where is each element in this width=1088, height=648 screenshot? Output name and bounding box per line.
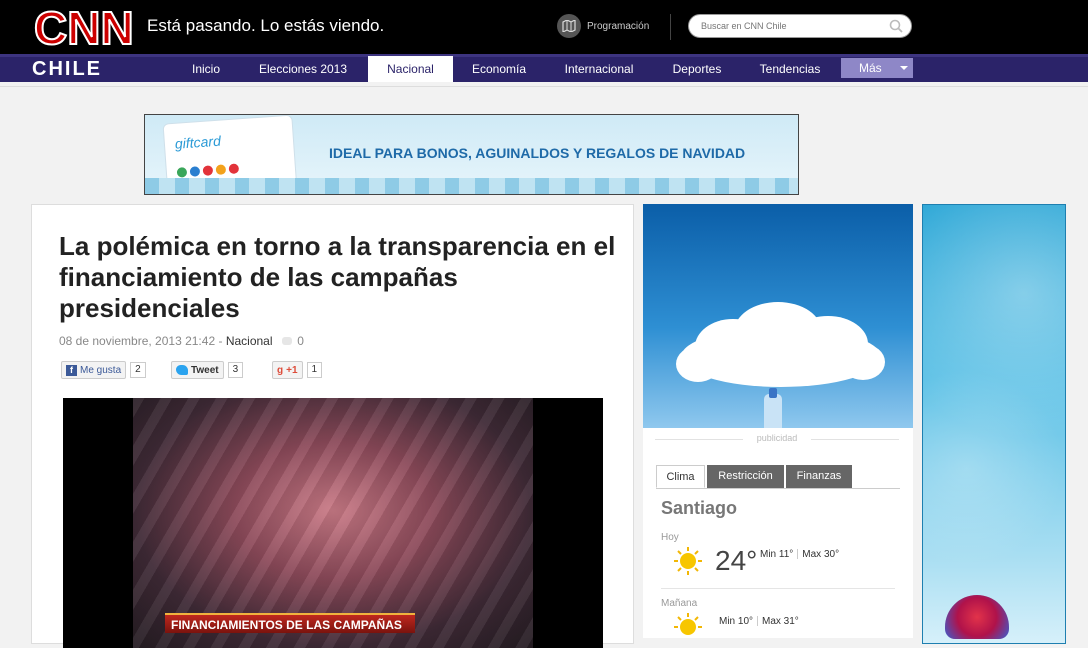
article-meta: 08 de noviembre, 2013 21:42 - Nacional 0 bbox=[59, 334, 304, 348]
tweet-count: 3 bbox=[227, 362, 244, 378]
tomorrow-min: Min 10° bbox=[719, 616, 754, 627]
tab-restriccion[interactable]: Restricción bbox=[707, 465, 784, 488]
weather-divider bbox=[661, 588, 895, 589]
nav-deportes[interactable]: Deportes bbox=[662, 56, 732, 82]
cloud-image bbox=[676, 302, 885, 387]
header-divider bbox=[670, 14, 671, 40]
article-title: La polémica en torno a la transparencia … bbox=[59, 231, 616, 323]
like-count: 2 bbox=[130, 362, 146, 378]
video-caption: FINANCIAMIENTOS DE LAS CAMPAÑAS bbox=[165, 613, 415, 633]
nav-more-label: Más bbox=[859, 61, 882, 75]
nav-elecciones[interactable]: Elecciones 2013 bbox=[248, 56, 358, 82]
tomorrow-minmax: Min 10° Max 31° bbox=[719, 616, 799, 627]
map-icon bbox=[557, 14, 581, 38]
nav-nacional[interactable]: Nacional bbox=[368, 56, 453, 82]
header-rule bbox=[0, 86, 1088, 87]
tomorrow-max: Max 31° bbox=[762, 616, 799, 627]
video-frame: FINANCIAMIENTOS DE LAS CAMPAÑAS bbox=[133, 398, 533, 648]
tweet-label: Tweet bbox=[191, 364, 219, 376]
top-banner-ad[interactable]: giftcard IDEAL PARA BONOS, AGUINALDOS Y … bbox=[144, 114, 799, 195]
banner-gift-decoration bbox=[145, 178, 798, 194]
gplus-count: 1 bbox=[306, 362, 323, 378]
search-box[interactable] bbox=[688, 14, 912, 38]
skyscraper-ad[interactable] bbox=[922, 204, 1066, 644]
article-section-link[interactable]: Nacional bbox=[226, 334, 273, 348]
search-input[interactable] bbox=[701, 15, 881, 37]
programacion-label: Programación bbox=[587, 20, 650, 32]
sidebar-ad[interactable] bbox=[643, 204, 913, 428]
tomorrow-label: Mañana bbox=[661, 598, 698, 609]
top-header: CNN Está pasando. Lo estás viendo. Progr… bbox=[0, 0, 1088, 54]
cnn-logo[interactable]: CNN bbox=[32, 2, 132, 50]
sun-icon bbox=[674, 547, 702, 575]
like-label: Me gusta bbox=[80, 364, 122, 376]
nav-tendencias[interactable]: Tendencias bbox=[748, 56, 832, 82]
article-date: 08 de noviembre, 2013 21:42 bbox=[59, 334, 216, 348]
sun-icon-tomorrow bbox=[674, 613, 702, 635]
main-nav bbox=[0, 54, 1088, 82]
nav-inicio[interactable]: Inicio bbox=[182, 56, 230, 82]
ad-label: publicidad bbox=[655, 433, 899, 443]
today-max: Max 30° bbox=[802, 549, 840, 560]
banner-headline: IDEAL PARA BONOS, AGUINALDOS Y REGALOS D… bbox=[329, 145, 746, 161]
today-temperature: 24° bbox=[715, 545, 758, 576]
gplus-button[interactable]: g +1 bbox=[272, 361, 303, 379]
facebook-like-button[interactable]: f Me gusta bbox=[61, 361, 127, 379]
article-video-player[interactable]: FINANCIAMIENTOS DE LAS CAMPAÑAS bbox=[63, 398, 603, 648]
gplus-share: g +1 1 bbox=[272, 361, 323, 379]
nav-internacional[interactable]: Internacional bbox=[553, 56, 645, 82]
facebook-icon: f bbox=[66, 364, 77, 376]
today-minmax: Min 11° Max 30° bbox=[760, 549, 839, 560]
twitter-icon bbox=[176, 365, 188, 375]
tweet-button[interactable]: Tweet bbox=[171, 361, 224, 379]
nav-more-dropdown[interactable]: Más bbox=[841, 58, 913, 78]
today-min: Min 11° bbox=[760, 549, 794, 560]
search-icon[interactable] bbox=[889, 19, 903, 38]
slogan: Está pasando. Lo estás viendo. bbox=[147, 16, 385, 35]
giftcard-brand-icons bbox=[176, 163, 240, 178]
gplus-icon: g bbox=[277, 364, 284, 376]
logo-text: CNN bbox=[34, 2, 132, 50]
comment-icon[interactable] bbox=[281, 337, 292, 345]
facebook-share: f Me gusta 2 bbox=[61, 361, 146, 379]
usb-stick-image bbox=[764, 388, 782, 428]
twitter-share: Tweet 3 bbox=[171, 361, 244, 379]
widget-tabs: Clima Restricción Finanzas bbox=[656, 465, 900, 489]
comment-count[interactable]: 0 bbox=[297, 334, 304, 348]
article-card: La polémica en torno a la transparencia … bbox=[31, 204, 634, 648]
today-label: Hoy bbox=[661, 532, 679, 543]
info-widget: publicidad Clima Restricción Finanzas Sa… bbox=[643, 428, 913, 638]
chevron-down-icon bbox=[900, 66, 908, 70]
tab-clima[interactable]: Clima bbox=[656, 465, 705, 488]
gplus-label: +1 bbox=[286, 364, 298, 376]
toy-image bbox=[945, 595, 1009, 639]
logo-chile-text: CHILE bbox=[32, 58, 102, 80]
nav-economia[interactable]: Economía bbox=[462, 56, 536, 82]
giftcard-text: giftcard bbox=[174, 132, 222, 152]
weather-city: Santiago bbox=[661, 498, 738, 518]
programacion-link[interactable]: Programación bbox=[557, 14, 649, 38]
tab-finanzas[interactable]: Finanzas bbox=[786, 465, 852, 488]
